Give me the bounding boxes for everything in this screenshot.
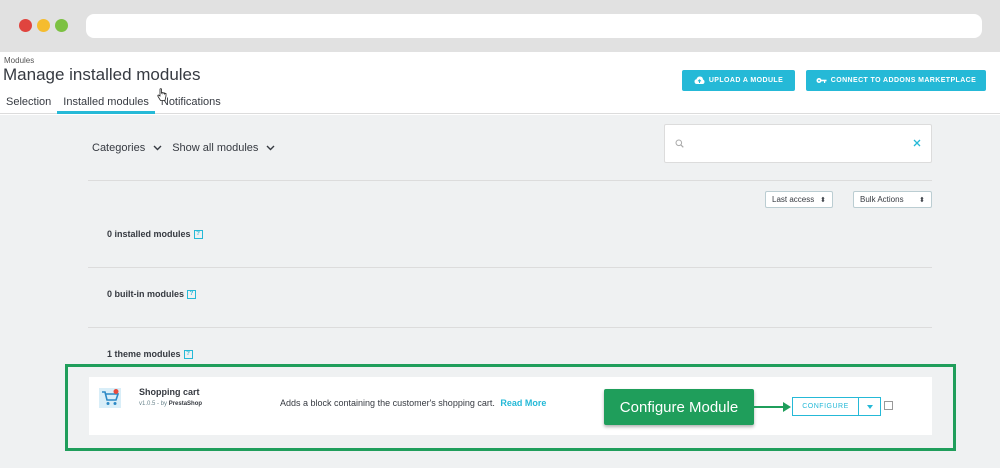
- tab-selection[interactable]: Selection: [0, 94, 57, 114]
- cloud-upload-icon: [694, 76, 705, 84]
- updown-arrows-icon: ⬍: [820, 196, 826, 204]
- upload-module-label: UPLOAD A MODULE: [708, 77, 784, 84]
- tab-bar: Selection Installed modules Notification…: [0, 94, 227, 114]
- browser-chrome: [0, 0, 1000, 52]
- divider: [88, 180, 932, 181]
- help-icon[interactable]: ?: [187, 289, 197, 299]
- connect-addons-button[interactable]: CONNECT TO ADDONS MARKETPLACE: [806, 70, 986, 91]
- connect-addons-label: CONNECT TO ADDONS MARKETPLACE: [830, 77, 977, 84]
- sort-select-value: Last access: [772, 195, 815, 204]
- configure-module-callout: Configure Module: [604, 389, 754, 425]
- filter-bar: Categories Show all modules: [92, 142, 275, 154]
- section-built-in-modules: 0 built-in modules ?: [107, 289, 197, 299]
- chevron-down-icon: [153, 145, 162, 151]
- address-bar[interactable]: [86, 14, 982, 38]
- section-installed-modules: 0 installed modules ?: [107, 229, 203, 239]
- minimize-window-dot[interactable]: [37, 19, 50, 32]
- tab-installed-modules[interactable]: Installed modules: [57, 94, 155, 114]
- page-title: Manage installed modules: [3, 65, 201, 84]
- section-theme-modules: 1 theme modules ?: [107, 349, 193, 359]
- categories-label: Categories: [92, 142, 146, 154]
- highlight-frame: [65, 364, 956, 451]
- breadcrumb[interactable]: Modules: [4, 56, 34, 65]
- section-title: 0 built-in modules: [107, 289, 185, 299]
- close-icon[interactable]: [913, 139, 921, 147]
- section-title: 0 installed modules: [107, 229, 191, 239]
- divider: [88, 327, 932, 328]
- divider: [88, 267, 932, 268]
- section-title: 1 theme modules: [107, 349, 181, 359]
- categories-dropdown[interactable]: Categories: [92, 142, 162, 154]
- upload-module-button[interactable]: UPLOAD A MODULE: [682, 70, 795, 91]
- chevron-down-icon: [266, 145, 275, 151]
- key-icon: [816, 78, 827, 83]
- search-input[interactable]: [664, 124, 932, 163]
- updown-arrows-icon: ⬍: [919, 196, 925, 204]
- show-modules-label: Show all modules: [172, 142, 259, 154]
- show-modules-dropdown[interactable]: Show all modules: [172, 142, 275, 154]
- maximize-window-dot[interactable]: [55, 19, 68, 32]
- help-icon[interactable]: ?: [193, 229, 203, 239]
- hand-cursor-icon: [157, 88, 167, 101]
- bulk-actions-select[interactable]: Bulk Actions ⬍: [853, 191, 932, 208]
- bulk-actions-value: Bulk Actions: [860, 195, 904, 204]
- arrow-right-icon: [754, 402, 791, 412]
- sort-select[interactable]: Last access ⬍: [765, 191, 833, 208]
- help-icon[interactable]: ?: [183, 349, 193, 359]
- search-icon: [675, 139, 684, 148]
- close-window-dot[interactable]: [19, 19, 32, 32]
